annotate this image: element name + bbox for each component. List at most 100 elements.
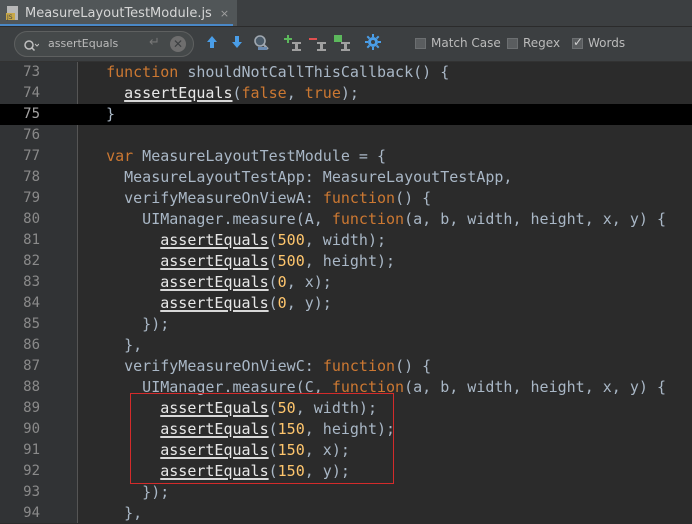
search-match: assertEquals — [160, 399, 269, 417]
code-line[interactable]: 74 assertEquals(false, true); — [0, 83, 692, 104]
line-number: 85 — [23, 316, 40, 332]
code-text: UIManager.measure(C, function(a, b, widt… — [88, 378, 666, 396]
words-checkbox[interactable]: ✓ — [572, 34, 584, 49]
code-text: verifyMeasureOnViewA: function() { — [88, 189, 432, 207]
code-text: MeasureLayoutTestApp: MeasureLayoutTestA… — [88, 168, 513, 186]
code-line[interactable]: 90 assertEquals(150, height); — [0, 419, 692, 440]
svg-text:JS: JS — [6, 14, 13, 21]
code-text: assertEquals(0, y); — [160, 294, 332, 312]
code-text: }); — [88, 483, 170, 501]
words-option[interactable]: ✓ Words — [572, 34, 626, 50]
code-line[interactable]: 91 assertEquals(150, x); — [0, 440, 692, 461]
line-number: 79 — [23, 190, 40, 206]
line-number: 77 — [23, 148, 40, 164]
line-number: 73 — [23, 64, 40, 80]
regex-checkbox[interactable] — [507, 37, 518, 49]
code-text: assertEquals(50, width); — [160, 399, 377, 417]
code-editor[interactable]: 73 function shouldNotCallThisCallback() … — [0, 62, 692, 523]
code-line[interactable]: 81 assertEquals(500, width); — [0, 230, 692, 251]
regex-label: Regex — [523, 36, 561, 50]
match-case-label: Match Case — [431, 36, 501, 50]
line-number: 75 — [0, 104, 40, 125]
words-label: Words — [588, 36, 626, 50]
code-text: assertEquals(150, height); — [160, 420, 396, 438]
line-number: 81 — [23, 232, 40, 248]
code-text: function shouldNotCallThisCallback() { — [106, 63, 450, 81]
code-text: assertEquals(150, x); — [160, 441, 350, 459]
code-text: UIManager.measure(A, function(a, b, widt… — [88, 210, 666, 228]
find-all-icon[interactable] — [253, 34, 273, 54]
file-tab-title: MeasureLayoutTestModule.js — [25, 5, 212, 21]
active-tab-indicator — [0, 24, 233, 26]
checkmark-icon: ✓ — [573, 34, 584, 49]
code-text: assertEquals(false, true); — [124, 84, 359, 102]
code-line[interactable]: 86 }, — [0, 335, 692, 356]
code-line[interactable]: 94 }, — [0, 503, 692, 524]
line-number: 82 — [23, 253, 40, 269]
add-occurrence-icon[interactable] — [284, 34, 304, 54]
code-line[interactable]: 87 verifyMeasureOnViewC: function() { — [0, 356, 692, 377]
search-match: assertEquals — [160, 252, 269, 270]
enter-icon: ↵ — [149, 35, 160, 50]
regex-option[interactable]: Regex — [507, 36, 560, 50]
code-text: assertEquals(150, y); — [160, 462, 350, 480]
javascript-file-icon: JS — [6, 5, 20, 21]
file-tab[interactable]: JS MeasureLayoutTestModule.js × — [0, 0, 238, 26]
code-text: }); — [88, 315, 170, 333]
code-line[interactable]: 77 var MeasureLayoutTestModule = { — [0, 146, 692, 167]
match-case-checkbox[interactable] — [415, 37, 426, 49]
line-number: 93 — [23, 484, 40, 500]
code-line[interactable]: 93 }); — [0, 482, 692, 503]
line-number: 80 — [23, 211, 40, 227]
line-number: 90 — [23, 421, 40, 437]
remove-occurrence-icon[interactable] — [309, 34, 329, 54]
line-number: 89 — [23, 400, 40, 416]
search-match: assertEquals — [160, 294, 269, 312]
editor-tab-bar: JS MeasureLayoutTestModule.js × — [0, 0, 692, 27]
code-text: assertEquals(500, height); — [160, 252, 396, 270]
line-number: 86 — [23, 337, 40, 353]
code-line[interactable]: 79 verifyMeasureOnViewA: function() { — [0, 188, 692, 209]
code-text: var MeasureLayoutTestModule = { — [106, 147, 387, 165]
code-text: assertEquals(500, width); — [160, 231, 387, 249]
settings-icon[interactable] — [365, 34, 385, 54]
search-match: assertEquals — [160, 231, 269, 249]
code-line[interactable]: 78 MeasureLayoutTestApp: MeasureLayoutTe… — [0, 167, 692, 188]
code-line[interactable]: 83 assertEquals(0, x); — [0, 272, 692, 293]
code-text: }, — [88, 504, 143, 522]
line-number: 88 — [23, 379, 40, 395]
line-number: 94 — [23, 505, 40, 521]
code-text: } — [88, 105, 116, 123]
search-history-icon[interactable] — [23, 38, 40, 52]
line-number: 74 — [23, 85, 40, 101]
line-number: 87 — [23, 358, 40, 374]
close-tab-icon[interactable]: × — [220, 7, 229, 20]
code-line[interactable]: 89 assertEquals(50, width); — [0, 398, 692, 419]
line-number: 91 — [23, 442, 40, 458]
arrow-up-icon[interactable] — [204, 34, 224, 54]
code-line[interactable]: 80 UIManager.measure(A, function(a, b, w… — [0, 209, 692, 230]
code-text: assertEquals(0, x); — [160, 273, 332, 291]
clear-search-icon[interactable]: ✕ — [170, 36, 186, 52]
code-line[interactable]: 73 function shouldNotCallThisCallback() … — [0, 62, 692, 83]
select-all-occurrences-icon[interactable] — [333, 34, 353, 54]
search-field[interactable]: assertEquals ↵ ✕ — [14, 31, 194, 57]
line-number: 78 — [23, 169, 40, 185]
search-match: assertEquals — [160, 420, 269, 438]
code-line[interactable]: 75 } — [0, 104, 692, 125]
search-match: assertEquals — [160, 273, 269, 291]
line-number: 84 — [23, 295, 40, 311]
match-case-option[interactable]: Match Case — [415, 36, 501, 50]
code-text: verifyMeasureOnViewC: function() { — [88, 357, 432, 375]
search-match: assertEquals — [124, 84, 233, 102]
code-line[interactable]: 92 assertEquals(150, y); — [0, 461, 692, 482]
search-input[interactable]: assertEquals — [48, 37, 118, 50]
line-number: 83 — [23, 274, 40, 290]
code-line[interactable]: 85 }); — [0, 314, 692, 335]
arrow-down-icon[interactable] — [229, 34, 249, 54]
search-match: assertEquals — [160, 441, 269, 459]
code-line[interactable]: 82 assertEquals(500, height); — [0, 251, 692, 272]
code-line[interactable]: 88 UIManager.measure(C, function(a, b, w… — [0, 377, 692, 398]
code-line[interactable]: 76 — [0, 125, 692, 146]
code-line[interactable]: 84 assertEquals(0, y); — [0, 293, 692, 314]
